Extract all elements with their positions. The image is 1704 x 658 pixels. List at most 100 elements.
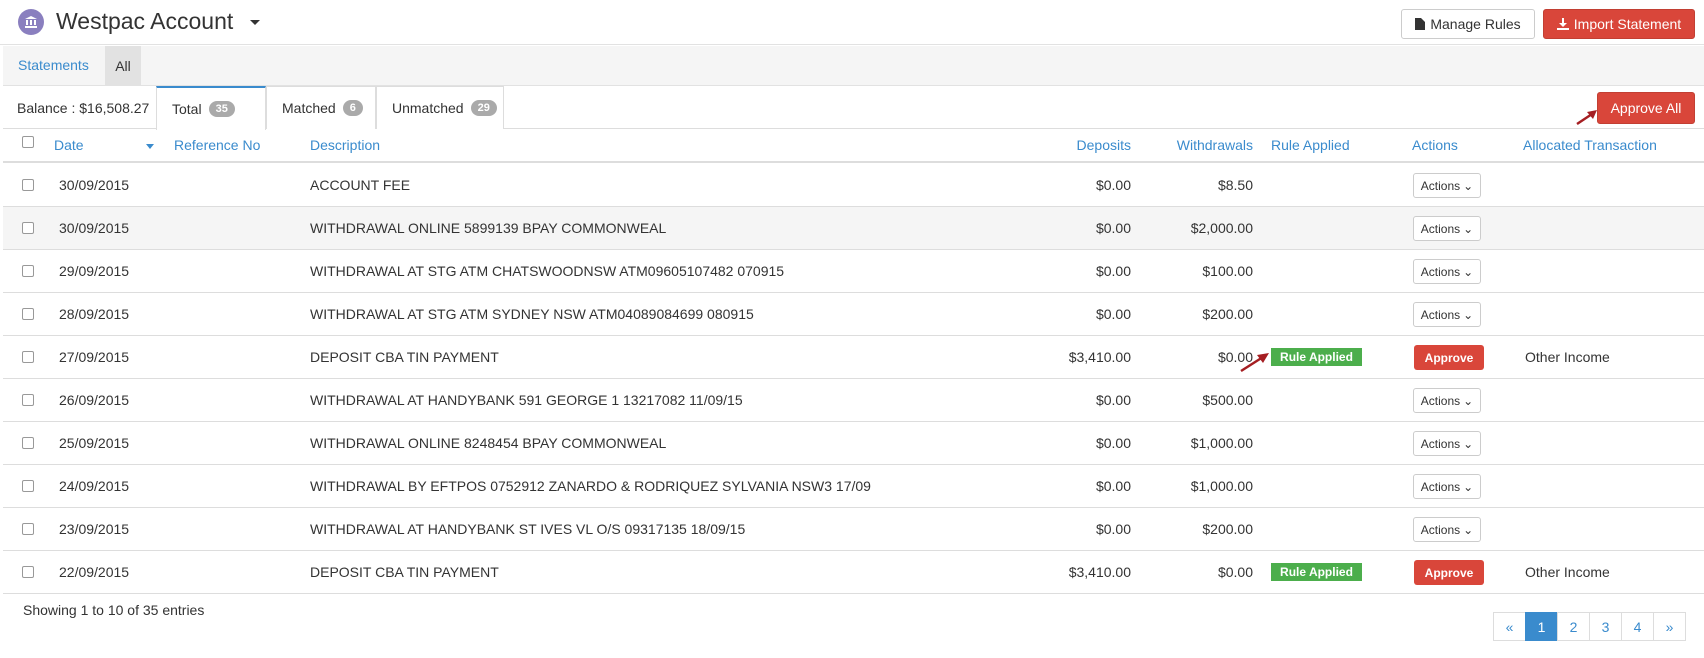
row-withdrawals: $500.00 [1202,392,1253,408]
row-checkbox[interactable] [22,265,34,277]
row-withdrawals: $1,000.00 [1190,478,1253,494]
tab-total[interactable]: Total 35 [156,86,266,130]
import-statement-button[interactable]: Import Statement [1543,9,1695,39]
column-actions[interactable]: Actions [1412,137,1458,153]
row-checkbox[interactable] [22,437,34,449]
row-deposits: $0.00 [1095,478,1131,494]
manage-rules-button[interactable]: Manage Rules [1401,9,1535,39]
pointer-arrow-icon [1576,110,1597,126]
row-actions-dropdown[interactable]: Actions ⌄ [1413,474,1481,499]
table-row: 27/09/2015 DEPOSIT CBA TIN PAYMENT $3,41… [3,336,1704,379]
row-description: DEPOSIT CBA TIN PAYMENT [310,349,499,365]
row-checkbox[interactable] [22,179,34,191]
row-actions-dropdown[interactable]: Actions ⌄ [1413,431,1481,456]
transactions-table: 30/09/2015 ACCOUNT FEE $0.00 $8.50 Actio… [3,164,1704,594]
row-date: 25/09/2015 [59,435,130,451]
tab-unmatched[interactable]: Unmatched 29 [376,86,504,129]
table-row: 29/09/2015 WITHDRAWAL AT STG ATM CHATSWO… [3,250,1704,293]
row-withdrawals: $200.00 [1202,306,1253,322]
table-header: Date Reference No Description Deposits W… [3,129,1704,163]
row-deposits: $0.00 [1095,392,1131,408]
chevron-down-icon: ⌄ [1463,522,1474,537]
bank-icon [18,9,44,35]
column-rule-applied[interactable]: Rule Applied [1271,137,1350,153]
row-checkbox[interactable] [22,222,34,234]
pointer-arrow-icon [1240,353,1269,373]
row-checkbox[interactable] [22,394,34,406]
page-next[interactable]: » [1653,612,1686,641]
page-prev[interactable]: « [1493,612,1526,641]
row-deposits: $0.00 [1095,435,1131,451]
rule-applied-badge: Rule Applied [1271,563,1362,581]
actions-label: Actions [1420,221,1461,236]
row-actions-dropdown[interactable]: Actions ⌄ [1413,517,1481,542]
column-date[interactable]: Date [54,137,84,153]
row-actions-dropdown[interactable]: Actions ⌄ [1413,173,1481,198]
row-actions-dropdown[interactable]: Actions ⌄ [1413,259,1481,284]
column-description[interactable]: Description [310,137,380,153]
tab-all[interactable]: All [105,46,141,86]
page-2[interactable]: 2 [1557,612,1590,641]
row-deposits: $0.00 [1095,263,1131,279]
row-withdrawals: $0.00 [1217,564,1253,580]
table-row: 22/09/2015 DEPOSIT CBA TIN PAYMENT $3,41… [3,551,1704,594]
account-title[interactable]: Westpac Account [56,8,233,35]
import-statement-label: Import Statement [1573,16,1682,32]
page-3[interactable]: 3 [1589,612,1622,641]
page-4[interactable]: 4 [1621,612,1654,641]
row-checkbox[interactable] [22,480,34,492]
chevron-down-icon: ⌄ [1463,178,1474,193]
sort-caret-icon[interactable] [146,144,154,149]
manage-rules-label: Manage Rules [1430,16,1521,32]
row-withdrawals: $0.00 [1217,349,1253,365]
column-deposits[interactable]: Deposits [1031,137,1131,153]
actions-label: Actions [1420,479,1461,494]
approve-button[interactable]: Approve [1414,345,1484,370]
row-actions-dropdown[interactable]: Actions ⌄ [1413,216,1481,241]
chevron-down-icon: ⌄ [1463,479,1474,494]
column-allocated[interactable]: Allocated Transaction [1523,137,1657,153]
chevron-down-icon: ⌄ [1463,436,1474,451]
column-reference[interactable]: Reference No [174,137,260,153]
row-actions-dropdown[interactable]: Actions ⌄ [1413,302,1481,327]
row-checkbox[interactable] [22,308,34,320]
total-count-badge: 35 [208,101,235,117]
table-row: 30/09/2015 WITHDRAWAL ONLINE 5899139 BPA… [3,207,1704,250]
page-1[interactable]: 1 [1525,612,1558,641]
row-checkbox[interactable] [22,566,34,578]
row-date: 27/09/2015 [59,349,130,365]
row-actions-dropdown[interactable]: Actions ⌄ [1413,388,1481,413]
tab-matched[interactable]: Matched 6 [266,86,376,129]
unmatched-count-badge: 29 [470,100,497,116]
row-description: WITHDRAWAL ONLINE 5899139 BPAY COMMONWEA… [310,220,667,236]
row-deposits: $3,410.00 [1068,349,1131,365]
column-withdrawals[interactable]: Withdrawals [1153,137,1253,153]
row-date: 28/09/2015 [59,306,130,322]
table-row: 28/09/2015 WITHDRAWAL AT STG ATM SYDNEY … [3,293,1704,336]
approve-button[interactable]: Approve [1414,560,1484,585]
filter-tabs: Balance : $16,508.27 Total 35 Matched 6 … [3,86,1704,130]
approve-all-button[interactable]: Approve All [1597,92,1695,124]
chevron-down-icon[interactable] [250,20,260,25]
tab-statements[interactable]: Statements [18,57,89,73]
table-row: 30/09/2015 ACCOUNT FEE $0.00 $8.50 Actio… [3,164,1704,207]
row-deposits: $0.00 [1095,177,1131,193]
rule-applied-badge: Rule Applied [1271,348,1362,366]
statement-subnav: Statements All [3,46,1704,86]
tab-matched-label: Matched [282,100,336,116]
table-row: 25/09/2015 WITHDRAWAL ONLINE 8248454 BPA… [3,422,1704,465]
download-icon [1556,18,1569,30]
table-row: 24/09/2015 WITHDRAWAL BY EFTPOS 0752912 … [3,465,1704,508]
table-row: 23/09/2015 WITHDRAWAL AT HANDYBANK ST IV… [3,508,1704,551]
row-checkbox[interactable] [22,523,34,535]
row-date: 22/09/2015 [59,564,130,580]
row-date: 23/09/2015 [59,521,130,537]
row-allocated: Other Income [1525,564,1610,580]
actions-label: Actions [1420,522,1461,537]
select-all-checkbox[interactable] [22,136,34,148]
actions-label: Actions [1420,178,1461,193]
row-withdrawals: $100.00 [1202,263,1253,279]
row-deposits: $3,410.00 [1068,564,1131,580]
row-checkbox[interactable] [22,351,34,363]
row-withdrawals: $1,000.00 [1190,435,1253,451]
